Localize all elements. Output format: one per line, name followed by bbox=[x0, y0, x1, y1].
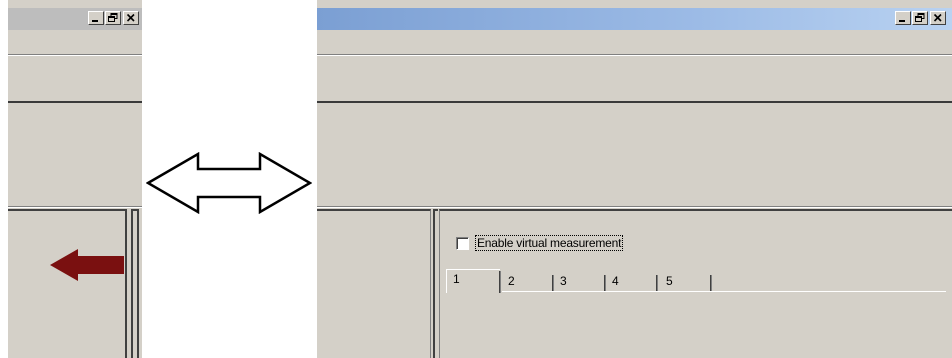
tab-strip: 1 2 3 4 5 bbox=[446, 269, 946, 293]
minimize-icon bbox=[899, 20, 905, 22]
tab-label: 5 bbox=[666, 274, 673, 288]
tab-label: 3 bbox=[560, 274, 567, 288]
tab-divider bbox=[499, 271, 501, 293]
tab-label: 1 bbox=[453, 272, 460, 286]
navigation-panel bbox=[317, 209, 431, 358]
navigation-panel bbox=[8, 209, 127, 358]
pane-separator bbox=[317, 206, 952, 208]
tab-2[interactable]: 2 bbox=[502, 271, 552, 291]
minimize-icon bbox=[92, 20, 98, 22]
menu-bar bbox=[8, 30, 142, 55]
tab-4[interactable]: 4 bbox=[606, 271, 656, 291]
tab-3[interactable]: 3 bbox=[554, 271, 604, 291]
close-button[interactable] bbox=[123, 11, 139, 25]
left-arrow-icon bbox=[50, 249, 124, 281]
restore-icon bbox=[915, 13, 925, 22]
tab-label: 4 bbox=[612, 274, 619, 288]
tab-divider bbox=[710, 275, 712, 291]
close-icon bbox=[933, 13, 942, 22]
measurement-panel: Enable virtual measurement 1 2 3 4 5 bbox=[439, 209, 952, 358]
restore-icon bbox=[108, 13, 118, 22]
tab-5[interactable]: 5 bbox=[658, 271, 710, 291]
virtual-measurement-checkbox[interactable] bbox=[456, 236, 469, 250]
minimize-button[interactable] bbox=[895, 11, 911, 25]
close-button[interactable] bbox=[930, 11, 946, 25]
pane-separator bbox=[8, 206, 142, 208]
wide-window: Enable virtual measurement 1 2 3 4 5 bbox=[317, 0, 952, 358]
tab-label: 2 bbox=[508, 274, 515, 288]
toolbar-separator bbox=[317, 101, 952, 103]
virtual-measurement-row[interactable]: Enable virtual measurement bbox=[456, 235, 624, 251]
virtual-measurement-label[interactable]: Enable virtual measurement bbox=[475, 235, 624, 251]
restore-button[interactable] bbox=[105, 11, 121, 25]
double-arrow-icon bbox=[146, 152, 312, 214]
toolbar-separator bbox=[8, 101, 142, 103]
narrow-window bbox=[8, 0, 142, 358]
caption-buttons bbox=[87, 11, 139, 25]
caption-buttons bbox=[894, 11, 946, 25]
tab-baseline bbox=[502, 291, 946, 292]
title-bar[interactable] bbox=[317, 8, 952, 30]
menu-bar bbox=[317, 30, 952, 55]
close-icon bbox=[126, 13, 135, 22]
splitter-bar[interactable] bbox=[131, 209, 139, 358]
restore-button[interactable] bbox=[912, 11, 928, 25]
tab-1[interactable]: 1 bbox=[446, 269, 500, 293]
minimize-button[interactable] bbox=[88, 11, 104, 25]
splitter-bar[interactable] bbox=[433, 209, 438, 358]
